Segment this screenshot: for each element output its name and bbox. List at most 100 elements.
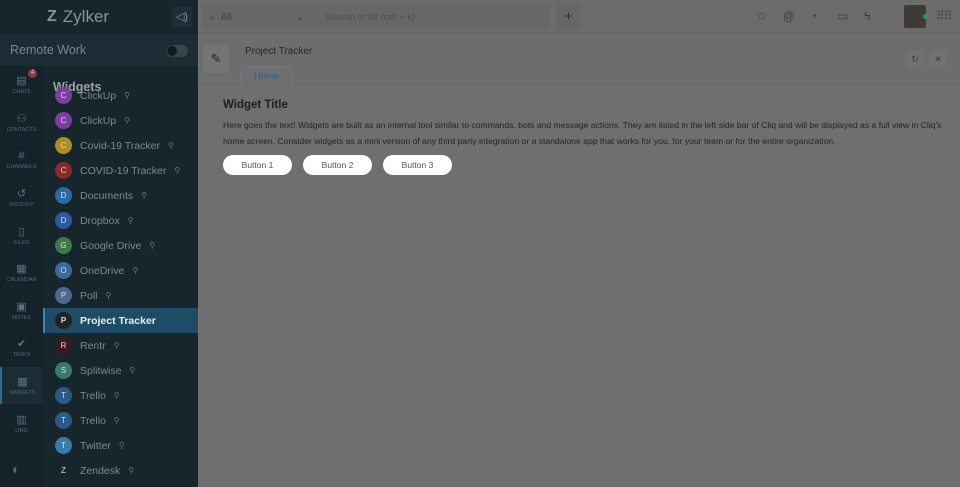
widget-label: Google Drive xyxy=(80,239,142,252)
widget-label: Covid-19 Tracker xyxy=(80,139,160,152)
widget-label: Dropbox xyxy=(80,214,120,227)
avatar[interactable] xyxy=(904,5,928,28)
nav-channels[interactable]: # CHANNELS xyxy=(0,141,43,179)
widget-item[interactable]: O OneDrive ⚲ xyxy=(43,258,198,283)
widget-label: ClickUp xyxy=(80,114,117,127)
widget-item[interactable]: C ClickUp ⚲ xyxy=(43,83,198,108)
theme-toggle-icon[interactable]: ◐ xyxy=(12,461,20,477)
widget-item[interactable]: D Dropbox ⚲ xyxy=(43,208,198,233)
pin-icon[interactable]: ⚲ xyxy=(124,116,130,125)
widget-app-icon: D xyxy=(55,212,72,229)
widget-app-icon: G xyxy=(55,237,72,254)
widget-item[interactable]: P Poll ⚲ xyxy=(43,283,198,308)
star-icon[interactable]: ☆ xyxy=(756,9,767,23)
remote-work-toggle[interactable] xyxy=(166,45,188,57)
nav-label: CALENDAR xyxy=(6,277,37,284)
pin-icon[interactable]: ⚲ xyxy=(141,191,147,200)
add-button[interactable]: + xyxy=(556,5,581,29)
widget-app-icon: P xyxy=(55,312,72,329)
nav-notes[interactable]: ▣ NOTES xyxy=(0,292,43,330)
widget-app-icon: C xyxy=(55,137,72,154)
widget-label: ClickUp xyxy=(80,89,117,102)
search-icon: ⌕ xyxy=(210,11,216,23)
widget-label: Splitwise xyxy=(80,364,122,377)
org-switcher[interactable]: Remote Work xyxy=(0,34,198,66)
nav-tasks[interactable]: ✔ TASKS xyxy=(0,329,43,367)
widget-item[interactable]: C Covid-19 Tracker ⚲ xyxy=(43,133,198,158)
pin-icon[interactable]: ⚲ xyxy=(114,341,120,350)
widget-label: Documents xyxy=(80,189,134,202)
speaker-icon[interactable]: ◁) xyxy=(172,7,192,27)
widget-app-icon: Z xyxy=(55,462,72,479)
nav-label: TASKS xyxy=(12,352,31,359)
widget-label: Poll xyxy=(80,289,98,302)
widget-item[interactable]: S Splitwise ⚲ xyxy=(43,358,198,383)
widget-app-icon: O xyxy=(55,262,72,279)
widget-label: Trello xyxy=(80,414,106,427)
nav-label: CHANNELS xyxy=(6,163,37,170)
widget-app-icon: P xyxy=(55,287,72,304)
integrations-icon[interactable]: ϟ xyxy=(864,9,870,23)
widget-item[interactable]: D Documents ⚲ xyxy=(43,183,198,208)
nav-label: FILES xyxy=(13,239,30,246)
button-3[interactable]: Button 3 xyxy=(383,155,452,175)
close-icon[interactable]: ✕ xyxy=(930,51,946,67)
reminder-icon[interactable]: ◔ xyxy=(810,9,817,23)
widget-item[interactable]: G Google Drive ⚲ xyxy=(43,233,198,258)
tab-home[interactable]: Home xyxy=(240,66,293,85)
nav-contacts[interactable]: ⚇ CONTACTS xyxy=(0,104,43,142)
mention-icon[interactable]: @ xyxy=(783,9,795,23)
nav-label: WIDGETS xyxy=(9,390,36,397)
widgets-icon: ▦ xyxy=(17,376,28,389)
button-2[interactable]: Button 2 xyxy=(303,155,372,175)
nav-history[interactable]: ↺ HISTORY xyxy=(0,179,43,217)
widget-item[interactable]: C COVID-19 Tracker ⚲ xyxy=(43,158,198,183)
nav-files[interactable]: ▯ FILES xyxy=(0,216,43,254)
widget-app-icon: R xyxy=(55,337,72,354)
widget-item[interactable]: R Rentr ⚲ xyxy=(43,333,198,358)
pin-icon[interactable]: ⚲ xyxy=(128,216,134,225)
button-1[interactable]: Button 1 xyxy=(223,155,292,175)
widget-app-icon: S xyxy=(55,362,72,379)
widget-item[interactable]: T Trello ⚲ xyxy=(43,408,198,433)
widget-app-icon: T xyxy=(55,412,72,429)
pin-icon[interactable]: ⚲ xyxy=(119,441,125,450)
top-bar: ⌕ All ⌄ Search in All (ctrl + k) + ☆ @ ◔ ▭… xyxy=(199,0,960,34)
pin-icon[interactable]: ⚲ xyxy=(114,416,120,425)
widget-name: Project Tracker xyxy=(245,46,313,57)
apps-grid-icon[interactable]: ⠿⠿ xyxy=(936,9,953,23)
pin-icon[interactable]: ⚲ xyxy=(168,141,174,150)
chat-icon: ▤ xyxy=(16,75,27,88)
widget-item[interactable]: Z Zendesk ⚲ xyxy=(43,458,198,483)
pin-icon[interactable]: ⚲ xyxy=(114,391,120,400)
widget-item[interactable]: T Trello ⚲ xyxy=(43,383,198,408)
nav-chats[interactable]: ▤ CHATS 4 xyxy=(0,66,43,104)
widget-label: COVID-19 Tracker xyxy=(80,164,167,177)
calendar-icon[interactable]: ▭ xyxy=(837,9,848,23)
refresh-icon[interactable]: ↻ xyxy=(907,51,923,67)
pin-icon[interactable]: ⚲ xyxy=(174,166,180,175)
nav-rail: ▤ CHATS 4 ⚇ CONTACTS # CHANNELS ↺ HISTORY ▯ FILES ▦… xyxy=(0,66,43,487)
nav-calendar[interactable]: ▦ CALENDAR xyxy=(0,254,43,292)
widget-item[interactable]: C ClickUp ⚲ xyxy=(43,108,198,133)
widget-item[interactable]: P Project Tracker xyxy=(43,308,198,333)
search-scope-select[interactable]: ⌕ All ⌄ xyxy=(202,5,312,29)
zylker-logo: Z xyxy=(47,8,57,25)
pin-icon[interactable]: ⚲ xyxy=(106,291,112,300)
org-name: Remote Work xyxy=(10,43,87,57)
pin-icon[interactable]: ⚲ xyxy=(129,366,135,375)
left-panel: Z Zylker ◁) Remote Work ▤ CHATS 4 ⚇ CONTACTS… xyxy=(0,0,198,487)
pin-icon[interactable]: ⚲ xyxy=(124,91,130,100)
widget-label: Rentr xyxy=(80,339,106,352)
nav-widgets[interactable]: ▦ WIDGETS xyxy=(0,366,43,405)
pin-icon[interactable]: ⚲ xyxy=(149,241,155,250)
chevron-down-icon: ⌄ xyxy=(296,11,304,22)
search-input[interactable]: Search in All (ctrl + k) xyxy=(313,5,550,29)
pin-icon[interactable]: ⚲ xyxy=(132,266,138,275)
nav-label: NOTES xyxy=(12,314,31,321)
brand: Z Zylker ◁) xyxy=(0,0,198,34)
pin-icon[interactable]: ⚲ xyxy=(128,466,134,475)
widget-label: Zendesk xyxy=(80,464,121,477)
widget-item[interactable]: T Twitter ⚲ xyxy=(43,433,198,458)
nav-org[interactable]: ▥ ORG xyxy=(0,404,43,442)
